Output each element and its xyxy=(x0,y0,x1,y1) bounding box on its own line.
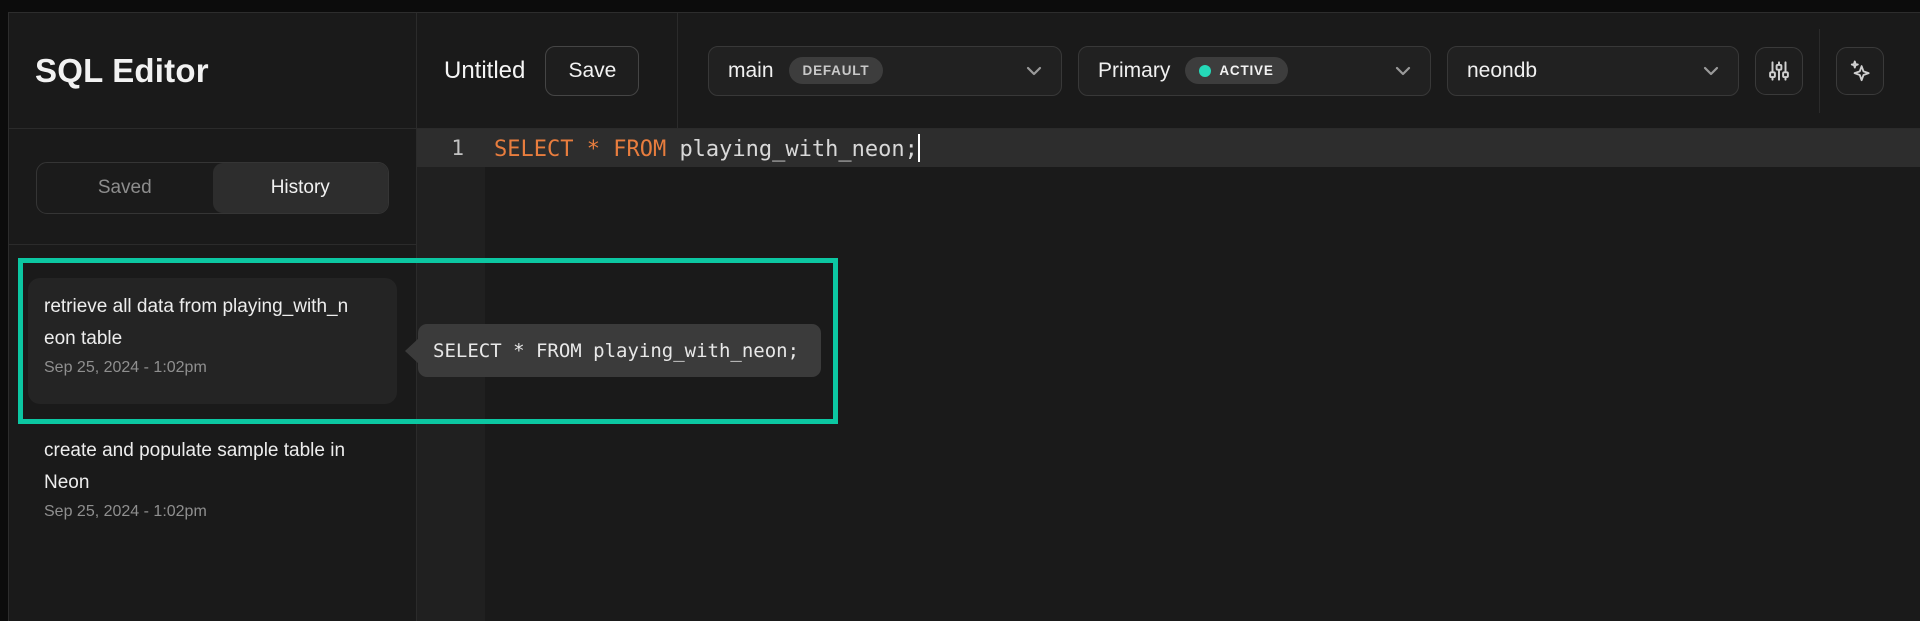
query-name-label[interactable]: Untitled xyxy=(444,57,525,85)
database-dropdown-value: neondb xyxy=(1467,59,1537,83)
sliders-icon xyxy=(1766,58,1792,84)
sidebar: Saved History retrieve all data from pla… xyxy=(9,129,417,621)
sql-editor-window: SQL Editor Untitled Save main DEFAULT Pr… xyxy=(8,12,1920,621)
header: SQL Editor Untitled Save main DEFAULT Pr… xyxy=(9,13,1920,129)
query-name-section: Untitled Save xyxy=(417,13,678,128)
compute-dropdown[interactable]: Primary ACTIVE xyxy=(1078,46,1431,96)
status-dot-icon xyxy=(1199,65,1211,77)
history-item-title: retrieve all data from playing_with_neon… xyxy=(44,291,349,355)
history-item-title: create and populate sample table in Neon xyxy=(44,435,349,499)
default-badge: DEFAULT xyxy=(789,57,884,84)
save-button[interactable]: Save xyxy=(545,46,639,96)
branch-dropdown-value: main xyxy=(728,59,774,83)
editor-active-line[interactable]: 1 SELECT * FROM playing_with_neon; xyxy=(417,129,1920,167)
ai-assistant-button[interactable] xyxy=(1836,47,1884,95)
tab-history[interactable]: History xyxy=(213,163,389,213)
branch-dropdown[interactable]: main DEFAULT xyxy=(708,46,1062,96)
settings-sliders-button[interactable] xyxy=(1755,47,1803,95)
header-divider xyxy=(1819,29,1820,113)
chevron-down-icon xyxy=(1026,66,1042,76)
header-controls: main DEFAULT Primary ACTIVE neondb xyxy=(678,13,1920,128)
line-number: 1 xyxy=(417,136,485,160)
compute-dropdown-value: Primary xyxy=(1098,59,1170,83)
chevron-down-icon xyxy=(1395,66,1411,76)
sql-keyword-token: SELECT * FROM xyxy=(494,137,679,162)
chevron-down-icon xyxy=(1703,66,1719,76)
database-dropdown[interactable]: neondb xyxy=(1447,46,1739,96)
history-item-timestamp: Sep 25, 2024 - 1:02pm xyxy=(44,359,397,377)
tooltip-text: SELECT * FROM playing_with_neon; xyxy=(433,340,799,362)
history-item-selected[interactable]: retrieve all data from playing_with_neon… xyxy=(28,278,397,404)
active-badge: ACTIVE xyxy=(1185,57,1287,84)
page-title: SQL Editor xyxy=(35,52,209,90)
history-query-tooltip: SELECT * FROM playing_with_neon; xyxy=(418,324,821,377)
history-list: retrieve all data from playing_with_neon… xyxy=(9,245,416,521)
sparkles-icon xyxy=(1847,58,1873,84)
main-body: Saved History retrieve all data from pla… xyxy=(9,129,1920,621)
text-cursor xyxy=(918,134,921,162)
history-item[interactable]: create and populate sample table in Neon… xyxy=(28,435,416,521)
tab-saved[interactable]: Saved xyxy=(37,163,213,213)
sidebar-tabs: Saved History xyxy=(36,162,389,214)
history-item-timestamp: Sep 25, 2024 - 1:02pm xyxy=(44,503,416,521)
title-section: SQL Editor xyxy=(9,13,417,128)
code-line[interactable]: SELECT * FROM playing_with_neon; xyxy=(485,134,920,162)
active-badge-label: ACTIVE xyxy=(1219,63,1273,78)
sql-identifier-token: playing_with_neon; xyxy=(679,137,917,162)
